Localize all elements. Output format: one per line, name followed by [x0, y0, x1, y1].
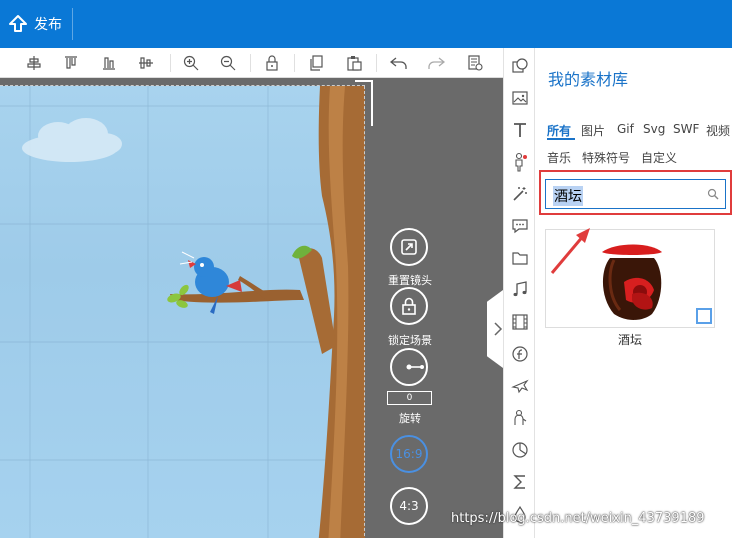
lock-scene-button[interactable] [390, 287, 428, 325]
mascot-icon[interactable] [510, 408, 530, 428]
divider [170, 54, 171, 72]
toolbar [0, 48, 503, 78]
scene-illustration [0, 86, 365, 538]
crop-mark [355, 80, 373, 82]
character-icon[interactable] [510, 152, 530, 172]
align-bottom-icon[interactable] [98, 53, 120, 73]
shape-icon[interactable] [510, 56, 530, 76]
paste-icon[interactable] [343, 53, 365, 73]
tab-custom[interactable]: 自定义 [641, 149, 677, 166]
undo-icon[interactable] [388, 53, 410, 73]
active-tab-indicator [547, 138, 575, 140]
asset-result-card[interactable] [545, 229, 715, 328]
reset-camera-button[interactable] [390, 228, 428, 266]
zoom-out-icon[interactable] [217, 53, 239, 73]
tab-special-symbols[interactable]: 特殊符号 [582, 149, 630, 166]
asset-select-checkbox[interactable] [696, 308, 712, 324]
publish-button[interactable]: 发布 [0, 0, 72, 48]
zoom-in-icon[interactable] [180, 53, 202, 73]
tab-images[interactable]: 图片 [581, 122, 605, 139]
cloud-icon [22, 118, 122, 162]
divider [294, 54, 295, 72]
rotate-value-field[interactable]: 0 [387, 391, 432, 405]
stage-scene[interactable] [0, 86, 365, 538]
folder-icon[interactable] [510, 248, 530, 268]
image-icon[interactable] [510, 88, 530, 108]
rotate-dial-icon [406, 364, 424, 370]
chevron-right-icon [494, 322, 503, 336]
tab-music[interactable]: 音乐 [547, 149, 571, 166]
text-icon[interactable] [510, 120, 530, 140]
redo-icon[interactable] [425, 53, 447, 73]
asset-name-label: 酒坛 [617, 333, 642, 347]
upload-arrow-icon [9, 15, 27, 32]
tab-all[interactable]: 所有 [547, 122, 571, 139]
properties-icon[interactable] [464, 53, 486, 73]
flash-icon[interactable] [510, 344, 530, 364]
divider [376, 54, 377, 72]
divider [250, 54, 251, 72]
tree-icon [170, 86, 365, 538]
asset-library-panel: 我的素材库 所有 图片 Gif Svg SWF 视频 音乐 特殊符号 自定义 酒… [535, 48, 732, 538]
top-bar: 发布 [0, 0, 732, 48]
tab-swf[interactable]: SWF [673, 122, 699, 136]
pie-chart-icon[interactable] [510, 440, 530, 460]
ratio-4-3-button[interactable]: 4:3 [390, 487, 428, 525]
search-icon[interactable] [707, 188, 719, 200]
align-top-icon[interactable] [60, 53, 82, 73]
tab-video[interactable]: 视频 [706, 122, 730, 139]
comment-icon[interactable] [510, 216, 530, 236]
canvas-area[interactable]: 重置镜头 锁定场景 0 旋转 16:9 4:3 [0, 78, 503, 538]
tab-svg[interactable]: Svg [643, 122, 665, 136]
align-center-icon[interactable] [23, 53, 45, 73]
rotate-label: 旋转 [399, 412, 421, 425]
app-window: 发布 重置镜头 锁定场景 0 旋转 16:9 4:3 我的素材库 所有 图片 G… [0, 0, 732, 538]
align-middle-icon[interactable] [135, 53, 157, 73]
search-input[interactable]: 酒坛 [545, 179, 726, 209]
reset-camera-label: 重置镜头 [388, 274, 432, 287]
reset-icon [401, 239, 417, 255]
sigma-icon[interactable] [510, 472, 530, 492]
collapse-panel-handle[interactable] [487, 290, 503, 368]
magic-wand-icon[interactable] [510, 184, 530, 204]
stage-border [364, 86, 365, 538]
asset-type-sidebar [503, 48, 535, 538]
tab-gif[interactable]: Gif [617, 122, 634, 136]
airplane-icon[interactable] [510, 376, 530, 396]
music-icon[interactable] [510, 280, 530, 300]
panel-title: 我的素材库 [548, 70, 629, 89]
drop-icon[interactable] [510, 504, 530, 524]
lock-scene-label: 锁定场景 [388, 334, 432, 347]
wine-jar-thumbnail [602, 244, 662, 320]
film-icon[interactable] [510, 312, 530, 332]
bird-icon [179, 251, 242, 314]
rotate-dial[interactable] [390, 348, 428, 386]
publish-label: 发布 [34, 17, 62, 33]
search-value: 酒坛 [553, 186, 583, 206]
copy-icon[interactable] [305, 53, 327, 73]
lock-icon[interactable] [261, 53, 283, 73]
divider [72, 8, 73, 40]
ratio-16-9-button[interactable]: 16:9 [390, 435, 428, 473]
lock-icon [402, 297, 416, 315]
crop-mark [371, 80, 373, 126]
